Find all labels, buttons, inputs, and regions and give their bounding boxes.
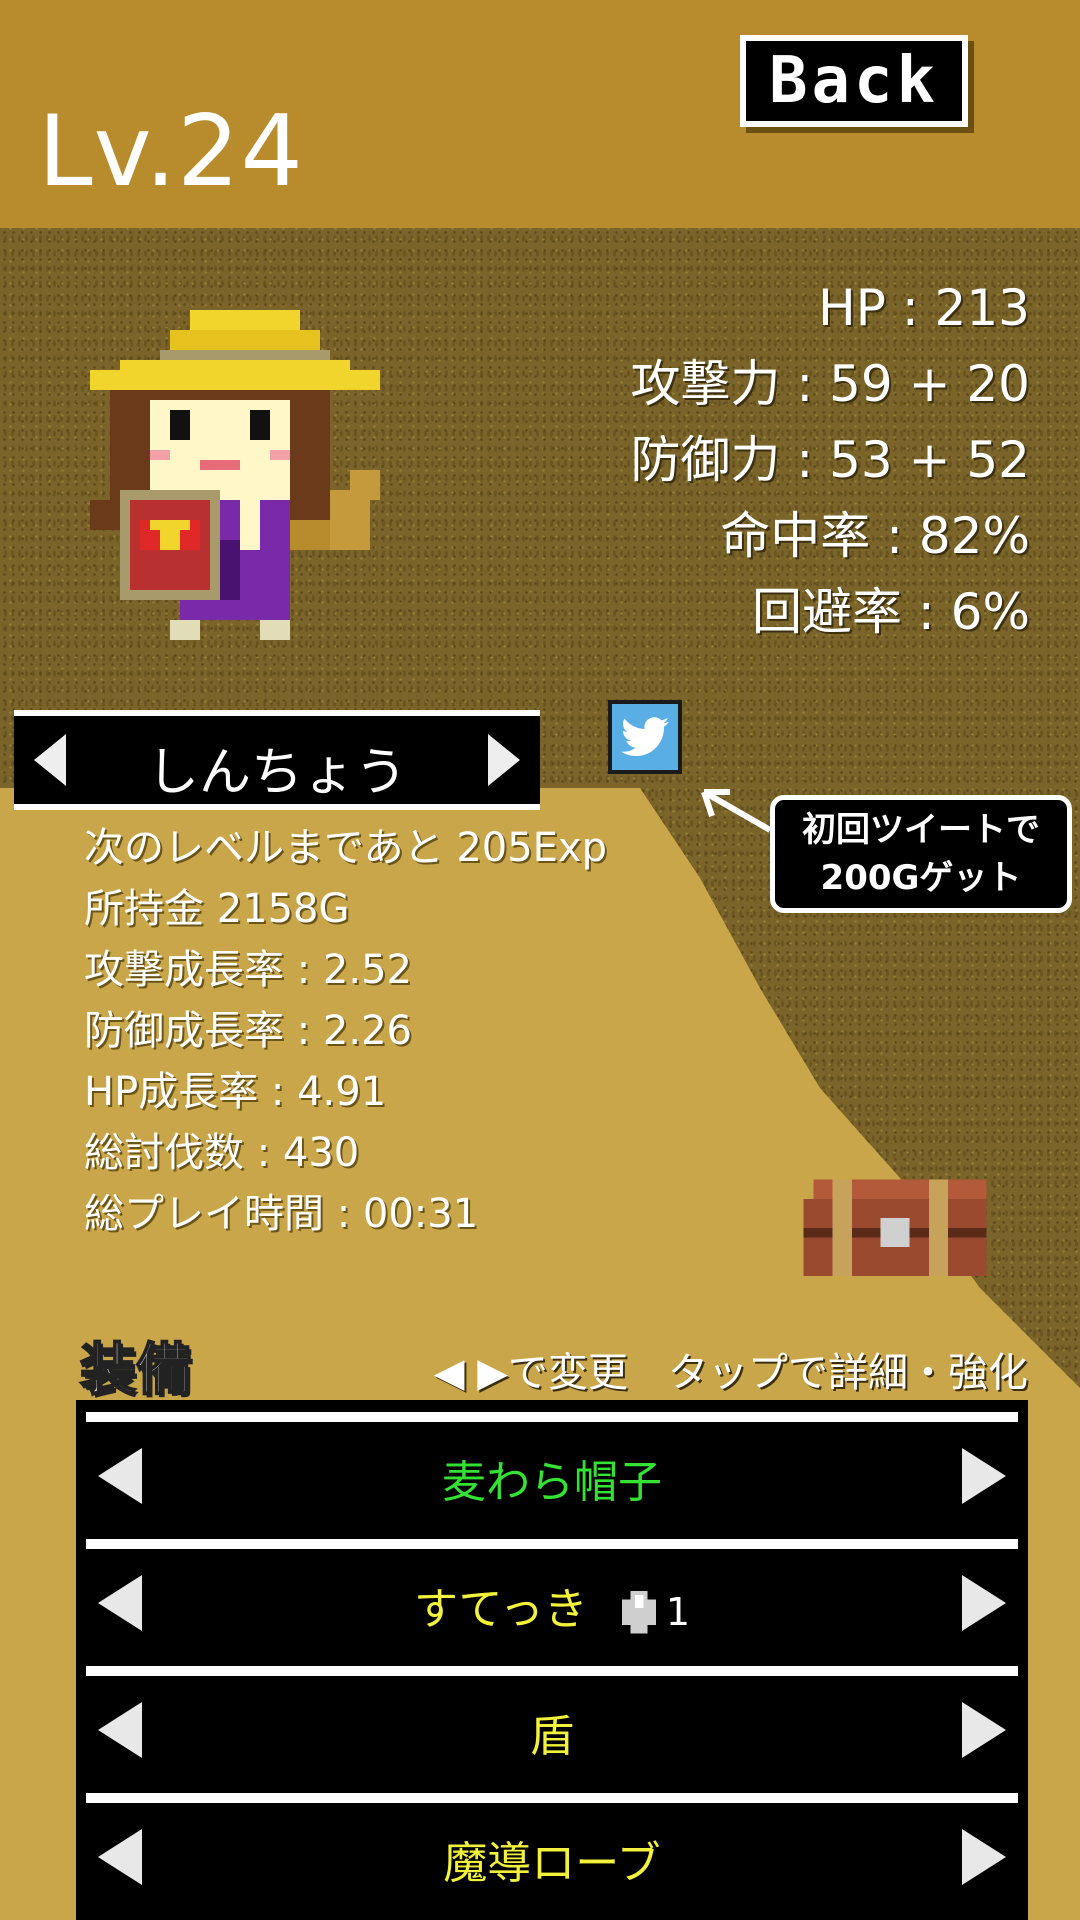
header-bar: Lv.24 Back <box>0 0 1080 228</box>
equipment-name[interactable]: すてっき 1 <box>76 1573 1028 1637</box>
tweet-note-line2: 200Gゲット <box>820 858 1022 898</box>
equipment-name-text: 盾 <box>530 1711 574 1762</box>
defense-growth: 防御成長率 : 2.26 <box>84 1008 412 1054</box>
slot-divider <box>86 1539 1018 1549</box>
equipment-name[interactable]: 麦わら帽子 <box>76 1446 1028 1510</box>
next-equipment-arrow-icon[interactable] <box>962 1575 1006 1631</box>
equipment-slot-weapon: すてっき 1 <box>76 1527 1028 1654</box>
next-character-arrow-icon[interactable] <box>488 734 520 786</box>
equipment-title: 装備 <box>79 1337 193 1404</box>
next-level-exp: 次のレベルまであと 205Exp <box>84 825 607 871</box>
next-equipment-arrow-icon[interactable] <box>962 1702 1006 1758</box>
equipment-name-text: 麦わら帽子 <box>442 1457 662 1508</box>
stat-evasion: 回避率 : 6% <box>752 583 1030 641</box>
character-name: しんちょう <box>146 743 407 803</box>
character-selector: しんちょう <box>14 710 540 810</box>
twitter-bird-icon <box>621 717 669 756</box>
stats-panel: HP : 213 攻撃力 : 59 + 20 防御力 : 53 + 52 命中率… <box>630 270 1030 650</box>
equipment-name[interactable]: 魔導ローブ <box>76 1827 1028 1891</box>
enhance-stone-icon <box>621 1590 656 1634</box>
tweet-note-line1: 初回ツイートで <box>802 810 1040 850</box>
equipment-slot-body: 魔導ローブ <box>76 1781 1028 1908</box>
twitter-button[interactable] <box>608 700 682 774</box>
money: 所持金 2158G <box>84 886 350 932</box>
equipment-name[interactable]: 盾 <box>76 1700 1028 1764</box>
equipment-slot-head: 麦わら帽子 <box>76 1400 1028 1527</box>
character-sprite <box>90 310 380 640</box>
level-label: Lv.24 <box>38 95 304 209</box>
back-button-label: Back <box>768 44 940 118</box>
equipment-name-text: 魔導ローブ <box>443 1838 661 1889</box>
next-equipment-arrow-icon[interactable] <box>962 1829 1006 1885</box>
slot-divider <box>86 1412 1018 1422</box>
attack-growth: 攻撃成長率 : 2.52 <box>84 947 412 993</box>
stat-accuracy: 命中率 : 82% <box>720 507 1030 565</box>
slot-divider <box>86 1666 1018 1676</box>
total-kills: 総討伐数 : 430 <box>84 1130 360 1176</box>
slot-divider <box>86 1793 1018 1803</box>
hp-growth: HP成長率 : 4.91 <box>84 1069 387 1115</box>
tweet-bonus-note: 初回ツイートで 200Gゲット <box>770 795 1072 913</box>
enhance-level: 1 <box>665 1590 690 1634</box>
play-time: 総プレイ時間 : 00:31 <box>84 1191 479 1237</box>
stat-attack: 攻撃力 : 59 + 20 <box>630 355 1030 413</box>
stat-defense: 防御力 : 53 + 52 <box>630 431 1030 489</box>
equipment-list: 麦わら帽子 すてっき 1 盾 魔導ローブ <box>76 1400 1028 1920</box>
stat-hp: HP : 213 <box>818 279 1030 337</box>
equipment-name-text: すてっき <box>414 1584 588 1635</box>
back-button[interactable]: Back <box>740 35 968 127</box>
next-equipment-arrow-icon[interactable] <box>962 1448 1006 1504</box>
equipment-slot-shield: 盾 <box>76 1654 1028 1781</box>
info-panel: 次のレベルまであと 205Exp 所持金 2158G 攻撃成長率 : 2.52 … <box>84 818 607 1245</box>
treasure-chest-icon[interactable] <box>800 1170 1000 1276</box>
equipment-hint: ◀ ▶で変更 タップで詳細・強化 <box>433 1350 1028 1396</box>
